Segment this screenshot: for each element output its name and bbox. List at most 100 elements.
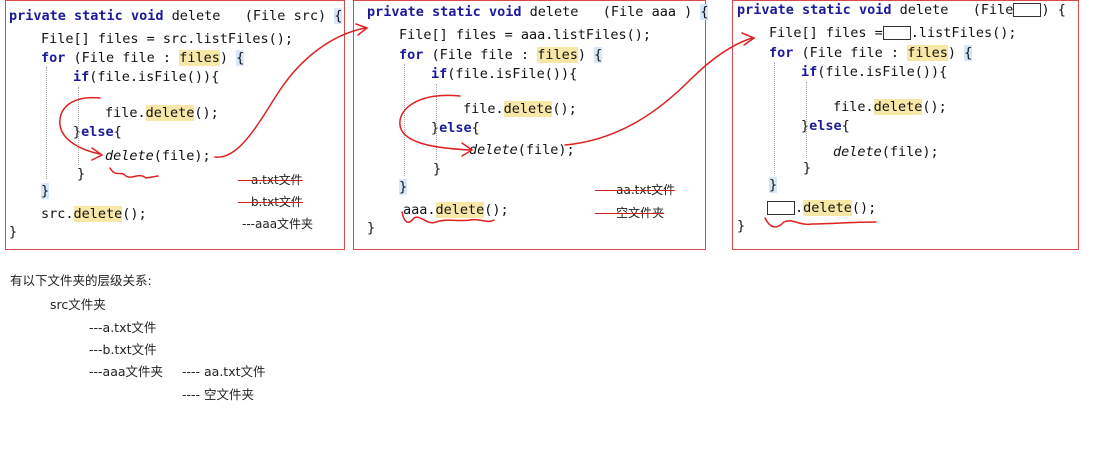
final-delete-call: src.delete();: [41, 205, 147, 223]
tree-item-empty-folder: ---- 空文件夹: [182, 387, 255, 402]
for-loop-line: for (File file : files) {: [399, 46, 603, 64]
call-obj: file.: [105, 105, 146, 121]
for-close: ): [947, 45, 956, 61]
inner-close-brace: }: [433, 161, 442, 177]
files-var: files: [907, 45, 948, 61]
for-head: (File file :: [801, 45, 900, 61]
keyword-static: static: [802, 2, 851, 18]
indent-guide: [46, 67, 47, 179]
code-panel-template: private static void delete (File) { File…: [732, 0, 1079, 250]
if-cond: (file.isFile()){: [817, 64, 948, 80]
keyword-static: static: [74, 8, 123, 24]
keyword-void: void: [858, 2, 892, 18]
for-head: (File file :: [431, 47, 530, 63]
annotation-a-txt: ---a.txt文件: [238, 173, 303, 187]
call-args: ();: [552, 101, 577, 117]
blank-source-box: [882, 26, 911, 40]
for-end-brace: }: [769, 176, 778, 194]
inner-close-brace: }: [803, 160, 812, 176]
keyword-private: private: [9, 8, 66, 24]
method-close-brace: }: [737, 218, 746, 234]
call-args: ();: [194, 105, 219, 121]
files-var: files: [537, 47, 578, 63]
final-args: ();: [122, 206, 147, 222]
keyword-for: for: [769, 45, 794, 61]
brace-open: {: [700, 4, 709, 20]
method-name: delete: [529, 4, 579, 20]
keyword-for: for: [399, 47, 424, 63]
brace-open: {: [334, 8, 343, 24]
if-line: if(file.isFile()){: [431, 65, 577, 83]
tree-item-a-txt: ---a.txt文件: [89, 320, 157, 335]
for-close: ): [577, 47, 586, 63]
annotation-b-txt: ---b.txt文件: [238, 195, 303, 209]
files-suffix: .listFiles();: [910, 25, 1017, 41]
code-panel-src: private static void delete (File src) { …: [5, 0, 345, 250]
recur-args: (file);: [517, 142, 575, 158]
final-method: delete: [435, 202, 485, 218]
method-close-brace: }: [367, 220, 376, 236]
recur-name: delete: [105, 148, 154, 164]
files-prefix: File[] files =: [769, 25, 883, 41]
tree-item-aaa: ---aaa文件夹: [89, 364, 164, 379]
method-signature: private static void delete (File aaa ) {: [367, 3, 709, 21]
method-name: delete: [171, 8, 221, 24]
for-end-brace: }: [41, 182, 50, 200]
indent-guide: [774, 62, 775, 174]
keyword-if: if: [801, 64, 818, 80]
call-method: delete: [873, 99, 923, 115]
recursive-call: delete(file);: [833, 143, 939, 161]
else-brace: {: [113, 124, 122, 140]
recursive-call: delete(file);: [105, 147, 211, 165]
keyword-void: void: [130, 8, 164, 24]
for-close: ): [219, 50, 228, 66]
for-brace: {: [236, 50, 245, 66]
if-line: if(file.isFile()){: [73, 68, 219, 86]
for-end: }: [769, 177, 778, 193]
final-obj: aaa.: [403, 202, 436, 218]
for-end-brace: }: [399, 178, 408, 196]
keyword-else: else: [81, 124, 114, 140]
if-line: if(file.isFile()){: [801, 63, 947, 81]
if-cond: (file.isFile()){: [89, 69, 220, 85]
if-cond: (file.isFile()){: [447, 66, 578, 82]
keyword-void: void: [488, 4, 522, 20]
file-delete-call: file.delete();: [833, 98, 947, 116]
file-delete-call: file.delete();: [105, 104, 219, 122]
annotation-aa-txt: ---- aa.txt文件: [595, 183, 676, 197]
method-name: delete: [899, 2, 949, 18]
keyword-static: static: [432, 4, 481, 20]
for-loop-line: for (File file : files) {: [769, 44, 973, 62]
call-method: delete: [503, 101, 553, 117]
for-head: (File file :: [73, 50, 172, 66]
recursive-call: delete(file);: [469, 141, 575, 159]
files-declaration: File[] files = aaa.listFiles();: [399, 27, 651, 43]
method-signature: private static void delete (File) {: [737, 1, 1066, 19]
blank-target-box: [767, 201, 795, 215]
file-delete-call: file.delete();: [463, 100, 577, 118]
call-obj: file.: [833, 99, 874, 115]
recur-args: (file);: [881, 144, 939, 160]
for-brace: {: [964, 45, 973, 61]
for-end: }: [41, 183, 50, 199]
keyword-if: if: [73, 69, 90, 85]
keyword-for: for: [41, 50, 66, 66]
method-param: (File src): [244, 8, 327, 24]
else-line: }else{: [801, 117, 850, 135]
method-signature: private static void delete (File src) {: [9, 7, 343, 25]
for-brace: {: [594, 47, 603, 63]
tree-item-b-txt: ---b.txt文件: [89, 342, 157, 357]
final-delete-call: .delete();: [767, 199, 876, 217]
final-args: ();: [484, 202, 509, 218]
indent-guide: [404, 64, 405, 176]
method-param-close: ) {: [1041, 2, 1066, 18]
for-end: }: [399, 179, 408, 195]
inner-close-brace: }: [77, 166, 86, 182]
call-obj: file.: [463, 101, 504, 117]
final-dot: .: [795, 200, 804, 216]
tree-item-aa-txt: ---- aa.txt文件: [182, 364, 266, 379]
else-line: }else{: [431, 119, 480, 137]
else-line: }else{: [73, 123, 122, 141]
final-obj: src.: [41, 206, 74, 222]
indent-guide: [436, 84, 437, 160]
